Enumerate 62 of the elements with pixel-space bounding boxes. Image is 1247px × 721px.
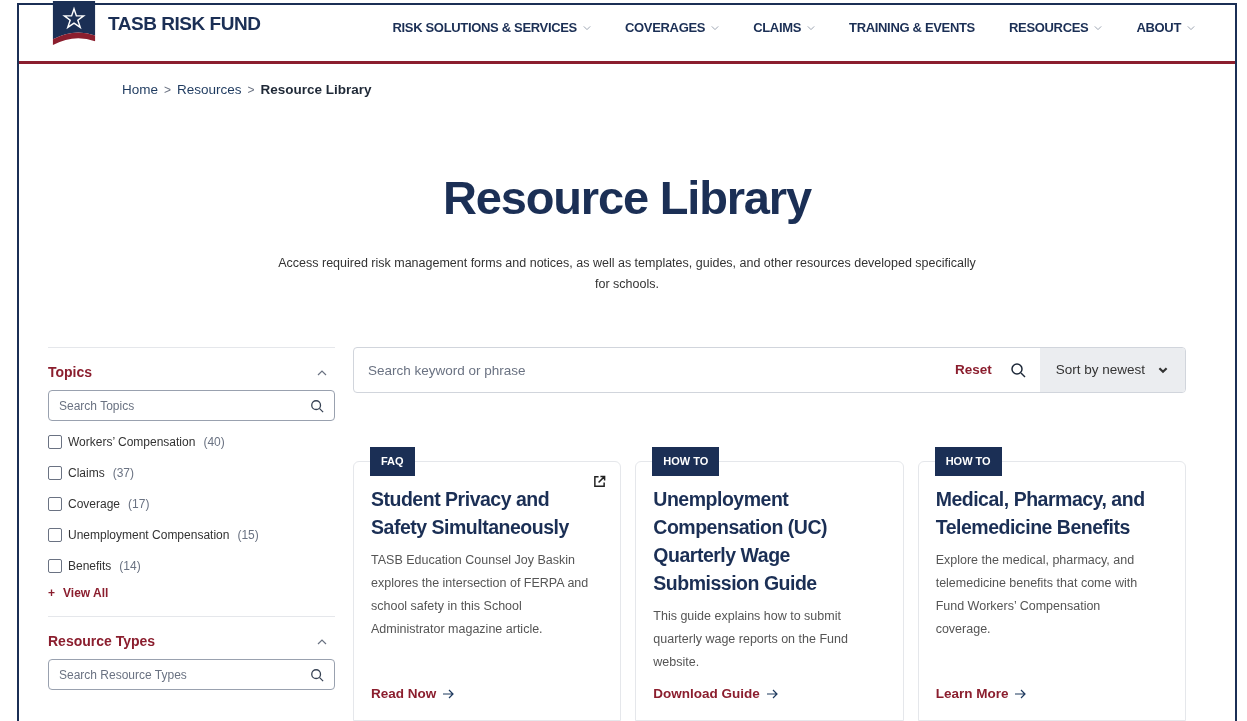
option-label: Claims xyxy=(68,465,105,482)
nav-link[interactable]: RISK SOLUTIONS & SERVICES xyxy=(392,18,591,38)
card-tag: HOW TO xyxy=(934,447,1002,476)
card-description: Explore the medical, pharmacy, and telemedicine benefits that come with Fund Workers’ Compensation coverage. xyxy=(935,552,1139,638)
arrow-right-icon xyxy=(1014,688,1027,701)
card-description: This guide explains how to submit quarterly wage reports on the Fund website. xyxy=(653,608,849,671)
filter-search-field[interactable]: Search Topics xyxy=(48,390,335,421)
filter-title[interactable]: Topics xyxy=(48,362,93,383)
nav-link[interactable]: ABOUT xyxy=(1136,18,1195,38)
card-title[interactable]: Student Privacy and Safety Simultaneously xyxy=(371,485,604,541)
option-label: Unemployment Compensation xyxy=(68,527,230,544)
keyword-search-field[interactable]: Search keyword or phrase xyxy=(354,348,955,392)
arrow-right-icon xyxy=(442,688,455,701)
nav-link[interactable]: RESOURCES xyxy=(1008,18,1103,38)
card-link[interactable]: Learn More xyxy=(935,684,1027,705)
checkbox[interactable] xyxy=(48,497,62,511)
card-tag: FAQ xyxy=(370,447,415,476)
checkbox[interactable] xyxy=(48,435,62,449)
card-title[interactable]: Unemployment Compensation (UC) Quarterly Wage Submission Guide xyxy=(653,485,886,597)
card-description: TASB Education Counsel Joy Baskin explores the intersection of FERPA and school safety in this School Administrator magazine article. xyxy=(371,552,590,638)
option-count: (15) xyxy=(237,527,259,544)
breadcrumb-link[interactable]: Home xyxy=(122,79,158,100)
option-count: (14) xyxy=(119,558,141,575)
option-label: Workers’ Compensation xyxy=(68,434,196,451)
option-count: (37) xyxy=(112,465,134,482)
card-title[interactable]: Medical, Pharmacy, and Telemedicine Benefits xyxy=(935,485,1168,541)
nav-link[interactable]: TRAINING & EVENTS xyxy=(849,18,975,38)
chevron-down-icon xyxy=(711,23,720,32)
logo-text[interactable]: TASB RISK FUND xyxy=(108,9,261,39)
chevron-down-icon xyxy=(1094,23,1103,32)
view-all-link[interactable]: + View All xyxy=(48,584,335,602)
checkbox[interactable] xyxy=(48,559,62,573)
option-label: Coverage xyxy=(68,496,121,513)
arrow-right-icon xyxy=(765,688,778,701)
sort-dropdown[interactable]: Sort by newest xyxy=(1039,348,1185,392)
breadcrumb-current[interactable]: Resource Library xyxy=(260,79,372,100)
checkbox[interactable] xyxy=(48,528,62,542)
search-icon[interactable] xyxy=(1009,362,1026,378)
chevron-down-icon xyxy=(583,23,591,32)
chevron-down-icon xyxy=(807,23,816,32)
card-tag: HOW TO xyxy=(652,447,720,476)
search-icon[interactable] xyxy=(310,667,324,682)
intro-text: Access required risk management forms and notices, as well as templates, guides, and other resources developed specifically for schools. xyxy=(277,255,977,293)
card-link[interactable]: Download Guide xyxy=(653,684,778,705)
chevron-down-icon xyxy=(1187,23,1195,32)
option-count: (40) xyxy=(203,434,225,451)
search-icon[interactable] xyxy=(310,398,324,413)
option-label: Benefits xyxy=(68,558,112,575)
checkbox[interactable] xyxy=(48,466,62,480)
nav-link[interactable]: CLAIMS xyxy=(753,18,816,38)
reset-button[interactable]: Reset xyxy=(954,359,992,381)
filter-search-input[interactable]: Search Resource Types xyxy=(59,665,310,684)
filter-title[interactable]: Resource Types xyxy=(48,631,156,652)
option-count: (17) xyxy=(128,496,150,513)
breadcrumb-separator: > xyxy=(247,81,255,99)
filter-search-field[interactable]: Search Resource Types xyxy=(48,659,335,690)
card-link[interactable]: Read Now xyxy=(371,684,455,705)
breadcrumb-link[interactable]: Resources xyxy=(177,79,242,100)
breadcrumb-separator: > xyxy=(164,81,172,99)
filter-search-input[interactable]: Search Topics xyxy=(59,396,310,415)
nav-link[interactable]: COVERAGES xyxy=(625,18,720,38)
keyword-search-bar[interactable]: Search keyword or phrase Reset Sort by newest xyxy=(353,347,1186,393)
